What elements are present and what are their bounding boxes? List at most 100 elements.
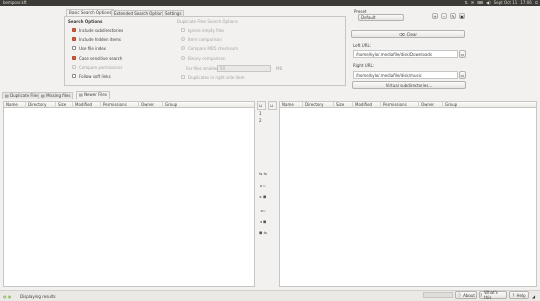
volume-icon[interactable]: ◀) (486, 0, 491, 6)
left-url-label: Left URL: (353, 43, 372, 48)
status-text: Displaying results (20, 294, 56, 299)
newer-files-label: Newer Files (84, 92, 107, 97)
case-sensitive-label: Case sensitive search (79, 56, 123, 61)
synchronize-icon[interactable]: ⇆ ⇆ (259, 170, 267, 176)
gutter-header: ⊔ (257, 101, 266, 110)
remove-preset-button[interactable]: – (441, 13, 447, 19)
column-size[interactable]: Size (334, 102, 353, 108)
compare-permissions-label: Compare permissions (79, 65, 123, 70)
resize-grip-icon[interactable]: ◢ (532, 294, 535, 299)
gutter-row-b: 2 (259, 118, 262, 123)
edit-preset-button[interactable]: ✎ (450, 13, 456, 19)
case-sensitive-checkbox[interactable] (72, 56, 76, 60)
status-led-icons: ◍ ◍ (3, 294, 12, 299)
right-column-header: Name Directory Size Modified Permissions… (280, 102, 536, 108)
item-comparison-radio[interactable] (181, 37, 185, 41)
column-name[interactable]: Name (4, 102, 26, 108)
power-icon[interactable]: ⏻ (535, 0, 538, 6)
date-label[interactable]: Sept Oct 11 (494, 0, 518, 6)
column-group[interactable]: Group (443, 102, 536, 108)
column-size[interactable]: Size (56, 102, 73, 108)
progress-bar (423, 292, 453, 298)
column-directory[interactable]: Directory (26, 102, 56, 108)
about-button[interactable]: ⓘ About (455, 291, 477, 299)
help-label: Help (516, 292, 526, 298)
gutter-header-right: ⊔ (268, 101, 277, 110)
use-file-index-label: Use file index (79, 46, 107, 51)
duplicate-options-heading: Duplicate Files Search Options (177, 19, 238, 24)
top-system-bar: bemposr.kft ⇅ ✉ ⌨ ◀) Sept Oct 11 17:06 ⏻ (0, 0, 540, 6)
edit-icon: ✎ (451, 13, 455, 19)
move-left-icon[interactable]: ◂ ◼ (259, 218, 267, 224)
use-file-index-checkbox[interactable] (72, 46, 76, 50)
mail-icon[interactable]: ✉ (471, 0, 474, 6)
duplicates-right-checkbox[interactable] (181, 75, 185, 79)
copy-right-icon[interactable]: ▸ ▹ (259, 182, 267, 188)
gutter-row-a: 1 (259, 111, 262, 116)
ignore-empty-checkbox[interactable] (181, 28, 185, 32)
whats-this-icon: ? (480, 292, 483, 298)
follow-soft-links-checkbox[interactable] (72, 74, 76, 78)
column-owner[interactable]: Owner (419, 102, 443, 108)
left-results-list[interactable] (3, 101, 255, 287)
size-threshold-value: 50 (220, 66, 226, 71)
missing-files-label: Missing files (46, 93, 71, 98)
system-tray[interactable]: ⇅ ✉ ⌨ ◀) Sept Oct 11 17:06 ⏻ (465, 0, 539, 6)
column-directory[interactable]: Directory (303, 102, 334, 108)
network-icon[interactable]: ⇅ (465, 0, 468, 6)
folder-icon: ▭ (460, 51, 465, 57)
gutter-right-header: ⊔ (270, 103, 274, 108)
compare-permissions-checkbox[interactable] (72, 65, 76, 69)
whats-this-button[interactable]: ? What's this (479, 290, 507, 300)
virtual-subdirectories-label: Virtual subdirectories... (385, 82, 433, 88)
column-group[interactable]: Group (163, 102, 254, 108)
add-preset-button[interactable]: + (432, 13, 438, 19)
column-modified[interactable]: Modified (353, 102, 381, 108)
binary-radio[interactable] (181, 56, 185, 60)
tab-missing-files[interactable]: ▤ Missing files (38, 92, 74, 99)
preset-value: Default (361, 15, 376, 20)
preset-dropdown[interactable]: Default (358, 14, 404, 21)
folder-icon: ▭ (460, 72, 465, 78)
about-label: About (463, 292, 475, 298)
duplicate-files-label: Duplicate Files (10, 93, 40, 98)
right-results-list[interactable] (279, 101, 537, 287)
column-modified[interactable]: Modified (73, 102, 101, 108)
copy-left-icon[interactable]: ◂ ▹ (259, 207, 267, 213)
save-icon: ▣ (460, 13, 464, 19)
window-title: bemposr.kft (3, 0, 27, 5)
column-permissions[interactable]: Permissions (101, 102, 139, 108)
ignore-empty-label: Ignore empty files (188, 28, 225, 33)
minus-icon: – (443, 13, 445, 19)
include-hidden-label: Include hidden items (79, 37, 121, 42)
plus-icon: + (433, 13, 437, 19)
left-url-value: /home/kylo/.mediafile/disk/Downloads (356, 52, 433, 57)
clock-label[interactable]: 17:06 (520, 0, 532, 6)
md5-label: Compare MD5 checksum (188, 46, 238, 51)
size-threshold-field[interactable]: 50 (217, 65, 271, 72)
virtual-subdirectories-button[interactable]: Virtual subdirectories... (352, 81, 466, 89)
help-icon: ? (512, 292, 515, 298)
tab-duplicate-files[interactable]: ▤ Duplicate Files (2, 92, 43, 99)
left-url-browse-button[interactable]: ▭ (459, 50, 466, 58)
include-subdirectories-checkbox[interactable] (72, 28, 76, 32)
column-name[interactable]: Name (280, 102, 303, 108)
whats-this-label: What's this (484, 290, 498, 300)
column-owner[interactable]: Owner (139, 102, 163, 108)
save-preset-button[interactable]: ▣ (459, 13, 465, 19)
delete-left-icon[interactable]: ▸ ◼ (259, 193, 267, 199)
help-button[interactable]: ? Help (509, 291, 529, 299)
column-permissions[interactable]: Permissions (381, 102, 419, 108)
include-hidden-checkbox[interactable] (72, 37, 76, 41)
follow-soft-links-label: Follow soft links (79, 74, 111, 79)
md5-radio[interactable] (181, 46, 185, 50)
right-url-input[interactable]: /home/kylo/.mediafile/disk/music (353, 71, 458, 79)
clear-button[interactable]: ⌫ Clear (351, 30, 465, 38)
keyboard-icon[interactable]: ⌨ (477, 0, 483, 6)
tab-newer-files[interactable]: ▤ Newer Files (76, 91, 110, 99)
clear-label: Clear (406, 31, 418, 37)
delete-both-icon[interactable]: ◼ ⇆ (259, 229, 267, 235)
right-url-browse-button[interactable]: ▭ (459, 71, 466, 79)
left-url-input[interactable]: /home/kylo/.mediafile/disk/Downloads (353, 50, 458, 58)
right-url-value: /home/kylo/.mediafile/disk/music (356, 73, 422, 78)
